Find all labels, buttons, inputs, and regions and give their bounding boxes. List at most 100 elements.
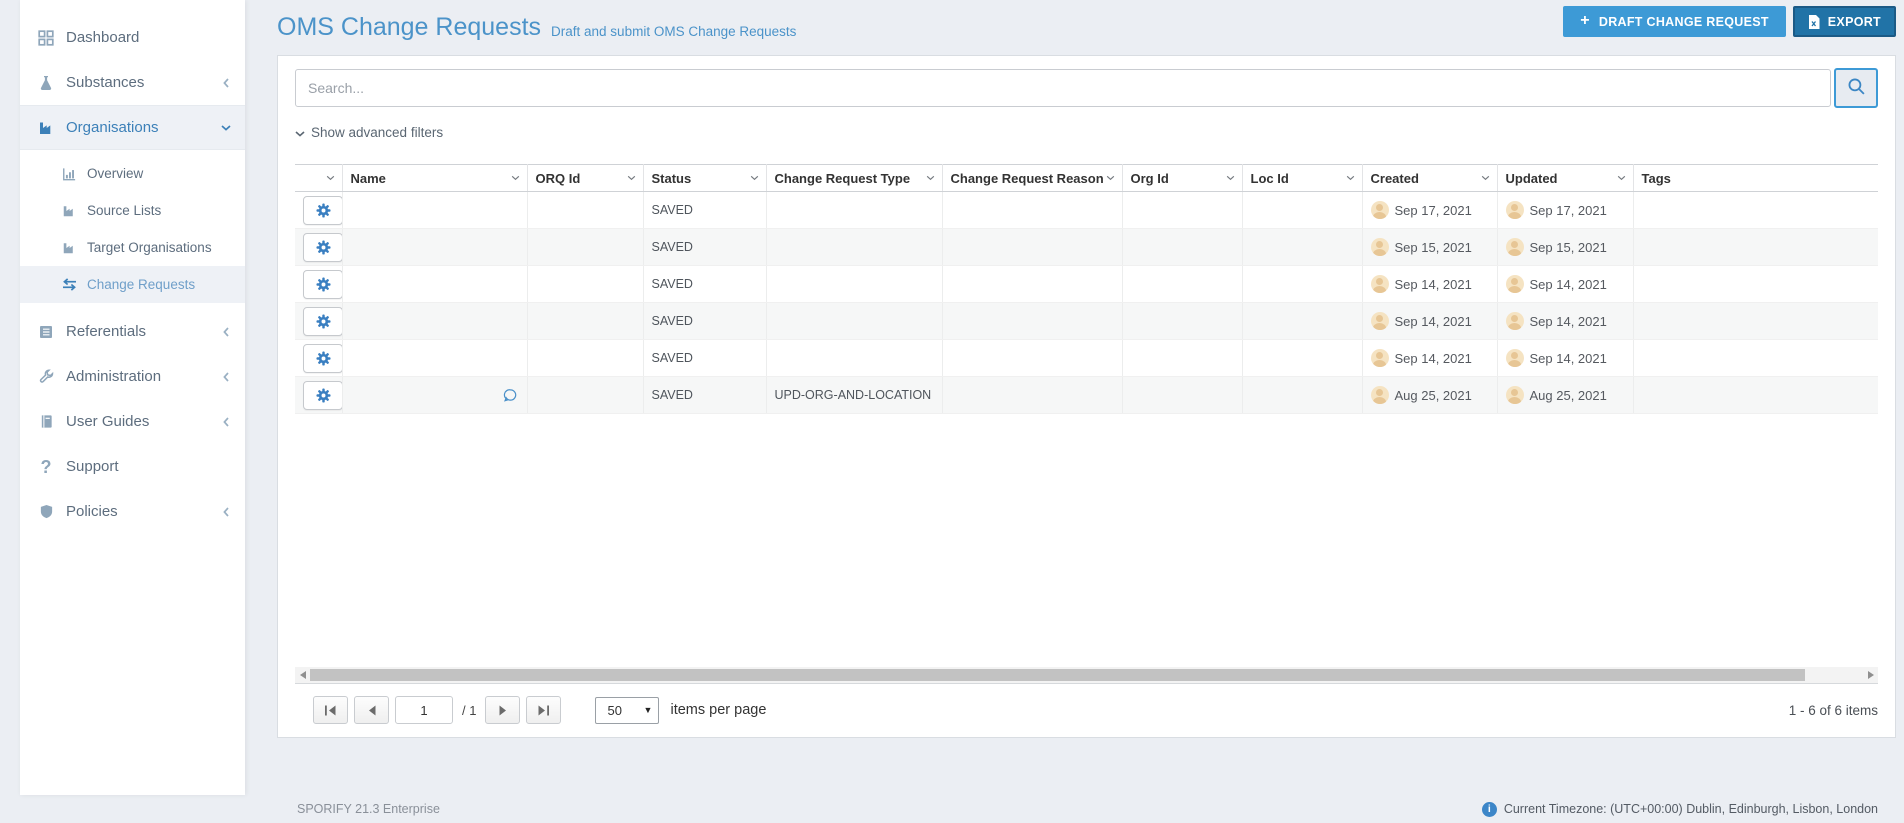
column-header-change-request-type[interactable]: Change Request Type — [766, 164, 943, 192]
column-header-orq-id[interactable]: ORQ Id — [527, 164, 644, 192]
sidebar-item-overview[interactable]: Overview — [20, 155, 245, 192]
table-row[interactable]: SAVED Sep 14, 2021 Sep 14, 2021 — [295, 302, 1878, 340]
status-cell: SAVED — [643, 376, 767, 414]
column-header-loc-id[interactable]: Loc Id — [1242, 164, 1363, 192]
change-request-type-cell: UPD-ORG-AND-LOCATION — [766, 376, 943, 414]
status-cell: SAVED — [643, 339, 767, 377]
user-avatar — [1505, 238, 1524, 256]
app-version-label: SPORIFY 21.3 Enterprise — [297, 802, 440, 816]
column-menu-icon[interactable] — [1346, 175, 1355, 181]
column-menu-icon[interactable] — [627, 175, 636, 181]
page-number-input[interactable] — [395, 696, 453, 724]
table-row[interactable]: SAVED Sep 15, 2021 Sep 15, 2021 — [295, 228, 1878, 266]
table-row[interactable]: SAVED Sep 14, 2021 Sep 14, 2021 — [295, 265, 1878, 303]
column-header-actions[interactable] — [295, 164, 343, 192]
user-avatar — [1505, 201, 1524, 219]
row-settings-button[interactable] — [303, 195, 341, 225]
column-menu-icon[interactable] — [1106, 175, 1115, 181]
scroll-right-arrow[interactable] — [1863, 667, 1878, 683]
chevron-left-icon — [223, 326, 229, 337]
row-settings-button[interactable] — [303, 269, 341, 299]
items-per-page-label: items per page — [670, 702, 767, 718]
sidebar-item-target-organisations[interactable]: Target Organisations — [20, 229, 245, 266]
table-row[interactable]: SAVED Sep 17, 2021 Sep 17, 2021 — [295, 191, 1878, 229]
horizontal-scrollbar[interactable] — [295, 667, 1878, 683]
column-menu-icon[interactable] — [1226, 175, 1235, 181]
table-row[interactable]: SAVED UPD-ORG-AND-LOCATION Aug 25, 2021 … — [295, 376, 1878, 414]
row-settings-button[interactable] — [303, 306, 341, 336]
column-header-tags[interactable]: Tags — [1633, 164, 1878, 192]
search-button[interactable] — [1834, 68, 1878, 108]
draft-change-request-button[interactable]: + DRAFT CHANGE REQUEST — [1563, 6, 1786, 37]
sidebar-item-dashboard[interactable]: Dashboard — [20, 15, 245, 60]
column-header-created[interactable]: Created — [1362, 164, 1498, 192]
sidebar-item-label: Change Requests — [87, 277, 196, 292]
page-size-select[interactable]: 50 — [595, 696, 660, 724]
column-header-name[interactable]: Name — [342, 164, 528, 192]
table-header-row: Name ORQ Id Status Change Request Type C… — [295, 164, 1878, 192]
sidebar-item-change-requests[interactable]: Change Requests — [20, 266, 245, 303]
sidebar-item-support[interactable]: ? Support — [20, 444, 245, 489]
column-menu-icon[interactable] — [1481, 175, 1490, 181]
chevron-left-icon — [223, 371, 229, 382]
content-card: Show advanced filters Name — [277, 55, 1896, 738]
column-menu-icon[interactable] — [926, 175, 935, 181]
first-page-button[interactable] — [313, 696, 348, 724]
comment-bubble-icon[interactable] — [503, 388, 518, 403]
next-page-button[interactable] — [485, 696, 521, 724]
previous-page-button[interactable] — [354, 696, 389, 724]
last-page-button[interactable] — [526, 696, 562, 724]
chevron-down-icon — [295, 125, 305, 140]
column-header-status[interactable]: Status — [643, 164, 767, 192]
sidebar-item-user-guides[interactable]: User Guides — [20, 399, 245, 444]
list-icon — [36, 324, 56, 340]
name-cell — [342, 376, 528, 414]
shield-icon — [36, 504, 56, 519]
user-avatar — [1505, 386, 1524, 404]
sidebar-item-substances[interactable]: Substances — [20, 60, 245, 105]
chevron-left-icon — [223, 506, 229, 517]
export-file-icon — [1808, 14, 1820, 29]
export-button[interactable]: EXPORT — [1792, 6, 1896, 37]
sidebar-item-referentials[interactable]: Referentials — [20, 309, 245, 354]
updated-date: Sep 15, 2021 — [1529, 239, 1607, 255]
grid-empty-area — [295, 414, 1878, 667]
search-input[interactable] — [295, 69, 1831, 107]
chevron-left-icon — [223, 416, 229, 427]
chevron-left-icon — [223, 77, 229, 88]
sidebar-item-policies[interactable]: Policies — [20, 489, 245, 534]
column-header-org-id[interactable]: Org Id — [1122, 164, 1243, 192]
status-cell: SAVED — [643, 228, 767, 266]
user-avatar — [1370, 386, 1389, 404]
change-requests-grid: Name ORQ Id Status Change Request Type C… — [295, 164, 1878, 736]
name-cell — [342, 265, 528, 303]
row-settings-button[interactable] — [303, 343, 341, 373]
row-settings-button[interactable] — [303, 380, 341, 410]
row-settings-button[interactable] — [303, 232, 341, 262]
scroll-left-arrow[interactable] — [295, 667, 310, 683]
column-menu-icon[interactable] — [750, 175, 759, 181]
sidebar-nav: Dashboard Substances Organisations Overv… — [20, 0, 245, 534]
created-date: Sep 14, 2021 — [1394, 313, 1472, 329]
header-buttons: + DRAFT CHANGE REQUEST EXPORT — [1563, 6, 1896, 37]
column-menu-icon[interactable] — [511, 175, 520, 181]
column-menu-icon[interactable] — [326, 175, 335, 181]
page-title: OMS Change Requests — [277, 13, 542, 41]
question-mark-icon: ? — [40, 456, 52, 477]
name-cell — [342, 339, 528, 377]
table-row[interactable]: SAVED Sep 14, 2021 Sep 14, 2021 — [295, 339, 1878, 377]
column-header-updated[interactable]: Updated — [1497, 164, 1634, 192]
scrollbar-thumb[interactable] — [310, 669, 1805, 681]
sidebar-item-organisations[interactable]: Organisations — [20, 105, 245, 150]
sidebar-item-label: Organisations — [66, 119, 159, 136]
column-menu-icon[interactable] — [1617, 175, 1626, 181]
show-advanced-filters-toggle[interactable]: Show advanced filters — [295, 125, 443, 140]
user-avatar — [1505, 275, 1524, 293]
sidebar-item-label: Support — [66, 458, 119, 475]
sidebar-item-administration[interactable]: Administration — [20, 354, 245, 399]
updated-date: Aug 25, 2021 — [1529, 387, 1607, 403]
page-subtitle: Draft and submit OMS Change Requests — [551, 24, 797, 39]
status-cell: SAVED — [643, 191, 767, 229]
column-header-change-request-reason[interactable]: Change Request Reason — [942, 164, 1123, 192]
sidebar-item-source-lists[interactable]: Source Lists — [20, 192, 245, 229]
